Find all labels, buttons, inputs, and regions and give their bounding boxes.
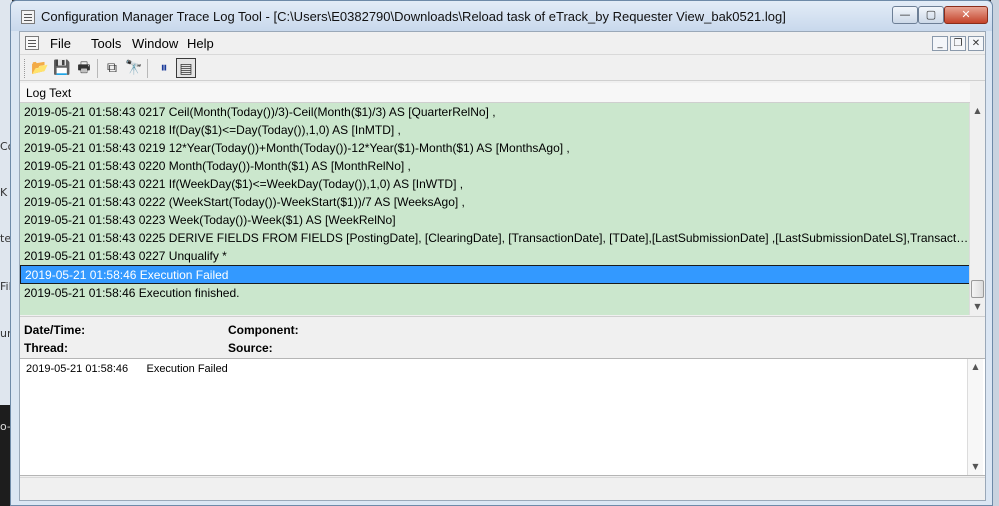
- open-folder-icon[interactable]: 📂: [30, 58, 50, 78]
- scroll-thumb[interactable]: [971, 280, 984, 298]
- menu-window[interactable]: Window: [132, 36, 178, 51]
- log-row[interactable]: 2019-05-21 01:58:43 0227 Unqualify *: [20, 247, 970, 265]
- menu-help[interactable]: Help: [187, 36, 214, 51]
- menu-tools[interactable]: Tools: [91, 36, 121, 51]
- mdi-minimize-button[interactable]: _: [932, 36, 948, 51]
- message-text: 2019-05-21 01:58:46 Execution Failed: [26, 363, 228, 375]
- maximize-button[interactable]: ▢: [918, 6, 944, 24]
- log-list-scrollbar[interactable]: ▲ ▼: [969, 103, 985, 315]
- copy-icon[interactable]: ⧉: [102, 58, 122, 78]
- save-icon[interactable]: 💾: [52, 58, 72, 78]
- log-row[interactable]: 2019-05-21 01:58:43 0222 (WeekStart(Toda…: [20, 193, 970, 211]
- message-scrollbar[interactable]: ▲ ▼: [967, 359, 983, 475]
- menu-file[interactable]: File: [50, 36, 71, 51]
- datetime-label: Date/Time:: [24, 323, 86, 337]
- scroll-down-icon[interactable]: ▼: [968, 459, 983, 474]
- log-row[interactable]: 2019-05-21 01:58:43 0218 If(Day($1)<=Day…: [20, 121, 970, 139]
- toolbar-grip[interactable]: [24, 59, 27, 78]
- component-label: Component:: [228, 323, 299, 337]
- pause-icon[interactable]: ⏸: [154, 58, 174, 78]
- trace-log-window: Configuration Manager Trace Log Tool - […: [10, 0, 993, 506]
- menu-bar: File Tools Window Help _ ❐ ✕: [20, 32, 985, 54]
- log-row[interactable]: 2019-05-21 01:58:43 0225 DERIVE FIELDS F…: [20, 229, 970, 247]
- mdi-close-button[interactable]: ✕: [968, 36, 984, 51]
- message-textbox[interactable]: 2019-05-21 01:58:46 Execution Failed ▲ ▼: [20, 358, 985, 476]
- log-row[interactable]: 2019-05-21 01:58:43 0221 If(WeekDay($1)<…: [20, 175, 970, 193]
- window-title: Configuration Manager Trace Log Tool - […: [41, 9, 786, 24]
- log-text-column-header[interactable]: Log Text: [20, 83, 970, 103]
- app-icon[interactable]: [21, 10, 35, 24]
- toolbar-separator: [97, 59, 98, 78]
- mdi-restore-button[interactable]: ❐: [950, 36, 966, 51]
- print-icon[interactable]: 🖶: [74, 58, 94, 78]
- details-pane: Date/Time: Component: Thread: Source:: [20, 316, 985, 358]
- mdi-client: File Tools Window Help _ ❐ ✕ 📂 💾 🖶 ⧉ 🔭 ⏸…: [19, 31, 986, 501]
- log-row[interactable]: 2019-05-21 01:58:46 Execution finished.: [20, 284, 970, 302]
- binoculars-icon[interactable]: 🔭: [124, 58, 144, 78]
- source-label: Source:: [228, 341, 273, 355]
- filter-view-icon[interactable]: ▤: [176, 58, 196, 78]
- scroll-up-icon[interactable]: ▲: [970, 103, 985, 118]
- log-list[interactable]: 2019-05-21 01:58:43 0217 Ceil(Month(Toda…: [20, 103, 970, 315]
- scroll-up-icon[interactable]: ▲: [968, 359, 983, 374]
- status-bar: [20, 477, 985, 500]
- log-row[interactable]: 2019-05-21 01:58:43 0220 Month(Today())-…: [20, 157, 970, 175]
- toolbar: 📂 💾 🖶 ⧉ 🔭 ⏸ ▤: [20, 54, 985, 81]
- log-row[interactable]: 2019-05-21 01:58:43 0217 Ceil(Month(Toda…: [20, 103, 970, 121]
- scroll-down-icon[interactable]: ▼: [970, 299, 985, 314]
- title-bar[interactable]: Configuration Manager Trace Log Tool - […: [11, 1, 992, 31]
- log-row-selected[interactable]: 2019-05-21 01:58:46 Execution Failed: [20, 265, 970, 284]
- toolbar-separator: [147, 59, 148, 78]
- log-row[interactable]: 2019-05-21 01:58:43 0219 12*Year(Today()…: [20, 139, 970, 157]
- minimize-button[interactable]: —: [892, 6, 918, 24]
- close-button[interactable]: ✕: [944, 6, 988, 24]
- document-icon[interactable]: [25, 36, 39, 50]
- log-row[interactable]: 2019-05-21 01:58:43 0223 Week(Today())-W…: [20, 211, 970, 229]
- thread-label: Thread:: [24, 341, 69, 355]
